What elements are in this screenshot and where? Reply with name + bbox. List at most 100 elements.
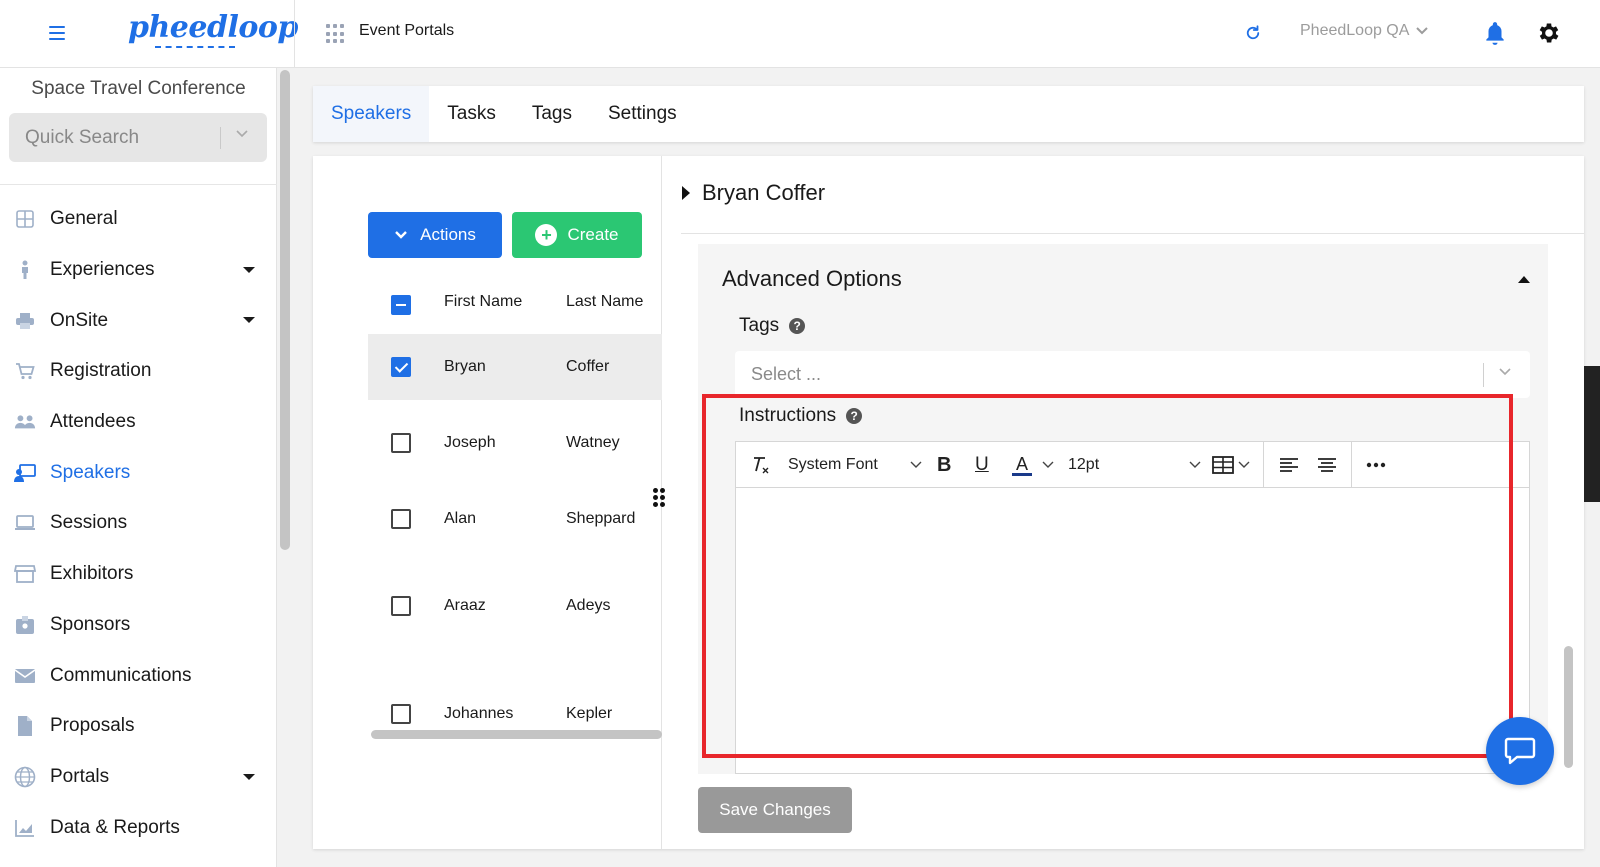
editor-toolbar: System Font B U A 12pt [736, 442, 1529, 488]
speaker-name: Bryan Coffer [702, 180, 826, 205]
text-color-icon[interactable]: A [1012, 442, 1054, 488]
pheedloop-logo[interactable]: pheedloop [128, 10, 298, 45]
sidebar-item-label: Exhibitors [50, 563, 134, 585]
tags-select[interactable]: Select ... [735, 351, 1530, 398]
hamburger-menu-icon[interactable] [46, 22, 68, 44]
people-icon [14, 411, 36, 433]
feedback-tab[interactable] [1584, 366, 1600, 502]
mail-icon [14, 665, 36, 687]
gear-icon[interactable] [1536, 20, 1562, 46]
caret-down-icon[interactable] [243, 317, 255, 324]
save-changes-button[interactable]: Save Changes [698, 787, 852, 833]
tab-speakers[interactable]: Speakers [313, 86, 430, 142]
actions-button[interactable]: Actions [368, 212, 502, 258]
row-checkbox[interactable] [391, 509, 411, 529]
sidebar-scrollbar[interactable] [280, 70, 290, 550]
detail-divider [681, 233, 1584, 234]
chat-support-button[interactable] [1486, 717, 1554, 785]
detail-scrollbar[interactable] [1564, 646, 1573, 768]
event-name: Space Travel Conference [31, 78, 246, 99]
sidebar-item-proposals[interactable]: Proposals [0, 701, 277, 752]
sidebar-item-general[interactable]: General [0, 194, 277, 245]
sidebar-item-label: Sessions [50, 512, 128, 534]
tab-settings[interactable]: Settings [590, 86, 695, 142]
clear-formatting-icon[interactable] [750, 442, 770, 488]
instructions-label: Instructions ? [739, 405, 863, 427]
row-checkbox[interactable] [391, 433, 411, 453]
table-row[interactable]: Alan Sheppard [368, 476, 662, 552]
tab-bar: Speakers Tasks Tags Settings [313, 86, 1584, 142]
select-all-checkbox[interactable] [391, 295, 411, 315]
more-options-icon[interactable] [1366, 442, 1386, 488]
create-button[interactable]: + Create [512, 212, 642, 258]
caret-down-icon[interactable] [243, 773, 255, 780]
bold-icon[interactable]: B [937, 442, 951, 488]
chevron-down-icon [1499, 368, 1511, 376]
row-checkbox[interactable] [391, 596, 411, 616]
toolbar-separator [1263, 442, 1264, 488]
drag-handle-icon[interactable] [653, 488, 665, 507]
sidebar-item-label: Proposals [50, 715, 135, 737]
sidebar-item-sponsors[interactable]: Sponsors [0, 600, 277, 651]
printer-icon [14, 310, 36, 332]
first-name-cell: Alan [444, 510, 477, 527]
sidebar-item-label: Experiences [50, 259, 155, 281]
sidebar-item-sessions[interactable]: Sessions [0, 498, 277, 549]
sidebar-item-data-reports[interactable]: Data & Reports [0, 802, 277, 853]
table-row[interactable]: Bryan Coffer [368, 334, 662, 400]
search-separator [220, 127, 221, 149]
chevron-down-icon [1189, 461, 1201, 468]
table-row[interactable]: Araaz Adeys [368, 552, 662, 639]
speaker-name-toggle[interactable]: Bryan Coffer [682, 180, 825, 206]
sidebar-item-exhibitors[interactable]: Exhibitors [0, 549, 277, 600]
help-icon[interactable]: ? [789, 318, 806, 334]
font-size-select[interactable]: 12pt [1068, 442, 1201, 488]
table-icon[interactable] [1212, 442, 1250, 488]
tab-tasks[interactable]: Tasks [429, 86, 514, 142]
quick-search-input[interactable]: Quick Search [9, 113, 267, 162]
globe-icon [14, 766, 36, 788]
table-row[interactable]: Joseph Watney [368, 400, 662, 476]
collapse-caret-icon[interactable] [1518, 276, 1530, 283]
row-checkbox[interactable] [391, 704, 411, 724]
org-selector[interactable]: PheedLoop QA [1300, 22, 1429, 40]
sidebar-item-experiences[interactable]: Experiences [0, 245, 277, 296]
help-icon[interactable]: ? [846, 408, 863, 424]
sidebar-item-portals[interactable]: Portals [0, 752, 277, 803]
advanced-options-panel: Advanced Options Tags ? Select ... Instr… [698, 244, 1548, 774]
align-center-icon[interactable] [1317, 442, 1337, 488]
laptop-icon [14, 512, 36, 534]
section-title: Event Portals [359, 22, 455, 39]
sidebar-item-label: Communications [50, 664, 192, 686]
speaker-table: First Name Last Name Bryan Coffer Joseph… [368, 274, 662, 747]
speaker-list-panel: Actions + Create First Name Last Name Br… [313, 156, 662, 849]
sidebar-item-speakers[interactable]: Speakers [0, 447, 277, 498]
select-separator [1483, 363, 1484, 387]
caret-down-icon[interactable] [243, 266, 255, 273]
org-name: PheedLoop QA [1300, 22, 1410, 39]
sidebar-item-attendees[interactable]: Attendees [0, 397, 277, 448]
tab-tags[interactable]: Tags [514, 86, 590, 142]
chevron-down-icon [1238, 461, 1250, 468]
chevron-down-icon [1416, 27, 1429, 35]
bell-icon[interactable] [1482, 20, 1508, 46]
underline-icon[interactable]: U [975, 442, 989, 488]
chevron-down-icon[interactable] [235, 129, 249, 139]
sidebar-item-communications[interactable]: Communications [0, 650, 277, 701]
top-divider [294, 0, 295, 68]
editor-content-area[interactable] [736, 488, 1529, 773]
sidebar-item-label: Registration [50, 360, 152, 382]
sidebar-item-label: Data & Reports [50, 816, 180, 838]
apps-grid-icon[interactable] [326, 24, 346, 44]
refresh-icon[interactable] [1244, 24, 1262, 42]
sidebar-nav: General Experiences OnSite Registration … [0, 194, 277, 853]
row-checkbox[interactable] [391, 357, 411, 377]
align-left-icon[interactable] [1279, 442, 1299, 488]
font-family-select[interactable]: System Font [788, 442, 922, 488]
sidebar-item-onsite[interactable]: OnSite [0, 295, 277, 346]
instructions-rich-text-editor: System Font B U A 12pt [735, 441, 1530, 774]
column-header-first-name[interactable]: First Name [444, 293, 522, 311]
sidebar-item-registration[interactable]: Registration [0, 346, 277, 397]
table-horizontal-scrollbar[interactable] [371, 730, 662, 739]
column-header-last-name[interactable]: Last Name [566, 293, 643, 311]
